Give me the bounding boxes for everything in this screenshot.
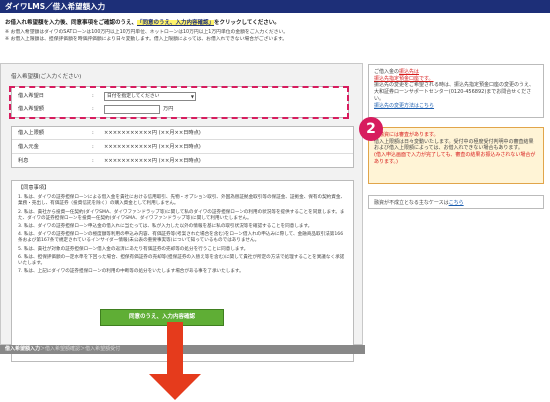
review-text: 借入上限額は日々変動いたします。受付中の極度受付判明中の審査結果および借入上限額… [374, 138, 534, 152]
info-value: ×××××××××××円 (××月××日時点) [104, 130, 201, 136]
transfer-info-box: ご借入金の振込先は 振込先指定預金口座です。 振込先の変更をご希望される時は、振… [368, 64, 544, 118]
intro-tail: をクリックしてください。 [214, 20, 280, 26]
info-label: 借入元金 [18, 144, 39, 150]
page-header: ダイワLMS／借入希望額入力 [0, 0, 550, 13]
step-badge: 2 [359, 117, 383, 141]
highlight-frame [9, 86, 349, 119]
failure-link[interactable]: こちら [449, 200, 464, 206]
transfer-red: 振込先は [399, 69, 420, 75]
info-colon: : [92, 144, 94, 150]
transfer-detail: 振込先の変更をご希望される時は、振込先指定預金口座の変更のうえ、大和証券ローンサ… [374, 82, 535, 102]
intro-text: お借入れ希望額を入力後、同意事項をご確認のうえ、「同意のうえ、入力内容確認」をク… [5, 18, 365, 26]
note-2: ※ お借入上限額は、担保評価額を時価評価額により日々変動します。借入上限額によっ… [5, 36, 288, 42]
info-label: 借入上限額 [18, 130, 44, 136]
info-label: 利息 [18, 158, 29, 164]
info-row-interest: 利息 : ×××××××××××円 (××月××日時点) [12, 155, 353, 168]
info-table: 借入上限額 : ×××××××××××円 (××月××日時点) 借入元金 : ×… [11, 126, 354, 168]
info-row-principal: 借入元金 : ×××××××××××円 (××月××日時点) [12, 141, 353, 154]
info-value: ×××××××××××円 (××月××日時点) [104, 144, 201, 150]
main-panel: 借入希望額(ご入力ください) 借入希望日 : 日付を指定してください ▼ 借入希… [0, 63, 363, 362]
breadcrumb-step3: 借入希望額受付 [85, 346, 121, 352]
down-arrow-head-icon [149, 374, 201, 400]
failure-cases-box: 融資が不成立となる主なケースはこちら [368, 195, 544, 209]
form-title: 借入希望額(ご入力ください) [11, 74, 82, 80]
info-row-limit: 借入上限額 : ×××××××××××円 (××月××日時点) [12, 127, 353, 140]
down-arrow-icon [167, 322, 183, 377]
terms-item: 6. 私は、担保評価額の一定水準を下回った場合、担保有価証券の売却等(担保証券の… [18, 254, 345, 267]
terms-item: 7. 私は、上記にダイワの証券担保ローンの利用の中断等の処分をいたします場合があ… [18, 269, 244, 275]
terms-item: 2. 私は、貴社から投資一任契約(ダイワSMA、ダイワファンドラップ等)に関して… [18, 209, 345, 221]
terms-item: 1. 私は、ダイワの証券担保ローンによる借入金を貴社における信用取引、先物・オプ… [18, 195, 346, 207]
info-colon: : [92, 130, 94, 136]
agree-confirm-button[interactable]: 同意のうえ、入力内容確認 [100, 309, 224, 326]
transfer-change-link[interactable]: 振込先の変更方法はこちら [374, 103, 434, 109]
review-red: (借入申込画面で入力が完了しても、審査の結果お振込みされない場合があります。) [374, 152, 536, 165]
breadcrumb-current: 借入希望額入力 [5, 346, 41, 352]
transfer-red: 振込先指定預金口座です。 [374, 75, 434, 82]
info-colon: : [92, 158, 94, 164]
review-notice-box: ご融資には審査があります。 借入上限額は日々変動いたします。受付中の極度受付判明… [368, 127, 544, 184]
terms-item: 5. 私は、貴社が対象の証券担保ローン借入金の返済にあたり有価証券の売却等の処分… [18, 246, 249, 252]
failure-text: 融資が不成立となる主なケースは [374, 200, 449, 206]
info-value: ×××××××××××円 (××月××日時点) [104, 158, 201, 164]
review-red: ご融資には審査があります。 [374, 132, 439, 138]
intro-lead: お借入れ希望額を入力後、同意事項をご確認のうえ、 [5, 20, 138, 26]
intro-highlight: 「同意のうえ、入力内容確認」 [137, 20, 215, 26]
terms-title: 【同意事項】 [18, 185, 50, 191]
notes: ※ お借入希望額はダイワのSATローンは100万円以上10万円単位、ネットローン… [5, 30, 365, 43]
terms-item: 3. 私は、ダイワの証券担保ローン申込金の借入れに当たっては、私が入力した以外の… [18, 224, 313, 230]
breadcrumb-step2: 借入希望額確認 [45, 346, 81, 352]
transfer-text: ご借入金の [374, 69, 400, 75]
terms-item: 4. 私は、ダイワの証券担保ローンの極度額等利用の申込み内容、有価証券等(考案さ… [18, 232, 344, 244]
